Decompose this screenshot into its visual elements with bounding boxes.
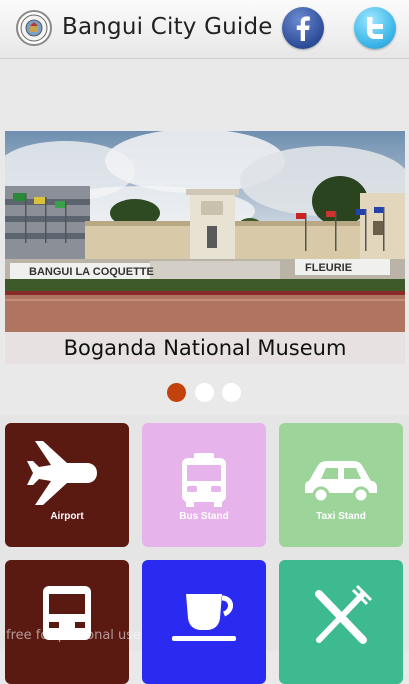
category-grid: Airport Bus Stand Taxi Stand: [0, 415, 409, 684]
city-seal-icon[interactable]: [16, 10, 52, 46]
museum-photo: BANGUI LA COQUETTE FLEURIE: [5, 131, 405, 364]
slide-caption: Boganda National Museum: [5, 332, 405, 364]
twitter-button[interactable]: [354, 7, 396, 49]
app-title: Bangui City Guide: [62, 14, 273, 40]
app-header: Bangui City Guide: [0, 0, 409, 59]
coffee-cup-icon: [172, 594, 236, 641]
airplane-icon: [27, 441, 97, 505]
twitter-icon: [367, 17, 383, 39]
sign-right-text: FLEURIE: [305, 262, 352, 274]
facebook-button[interactable]: [282, 7, 324, 49]
slider-pagination: [0, 383, 409, 403]
cafe-tile[interactable]: [142, 560, 266, 684]
restaurant-tile[interactable]: [279, 560, 403, 684]
watermark-text: free for personal use: [6, 628, 142, 643]
pager-dot-1[interactable]: [167, 383, 186, 402]
sign-left-text: BANGUI LA COQUETTE: [29, 266, 154, 278]
taxi-stand-label: Taxi Stand: [316, 511, 366, 522]
bus-stand-label: Bus Stand: [179, 511, 229, 522]
bus-stand-tile[interactable]: Bus Stand: [142, 423, 266, 547]
fork-knife-icon: [315, 584, 373, 644]
museum-photo-slide[interactable]: BANGUI LA COQUETTE FLEURIE Boganda Natio…: [5, 131, 405, 364]
bus-icon: [182, 453, 226, 507]
taxi-icon: [305, 461, 377, 504]
airport-label: Airport: [50, 511, 84, 522]
train-icon: [43, 586, 91, 640]
taxi-stand-tile[interactable]: Taxi Stand: [279, 423, 403, 547]
pager-dot-3[interactable]: [222, 383, 241, 402]
airport-tile[interactable]: Airport: [5, 423, 129, 547]
pager-dot-2[interactable]: [195, 383, 214, 402]
facebook-icon: [296, 16, 310, 41]
train-tile[interactable]: [5, 560, 129, 684]
